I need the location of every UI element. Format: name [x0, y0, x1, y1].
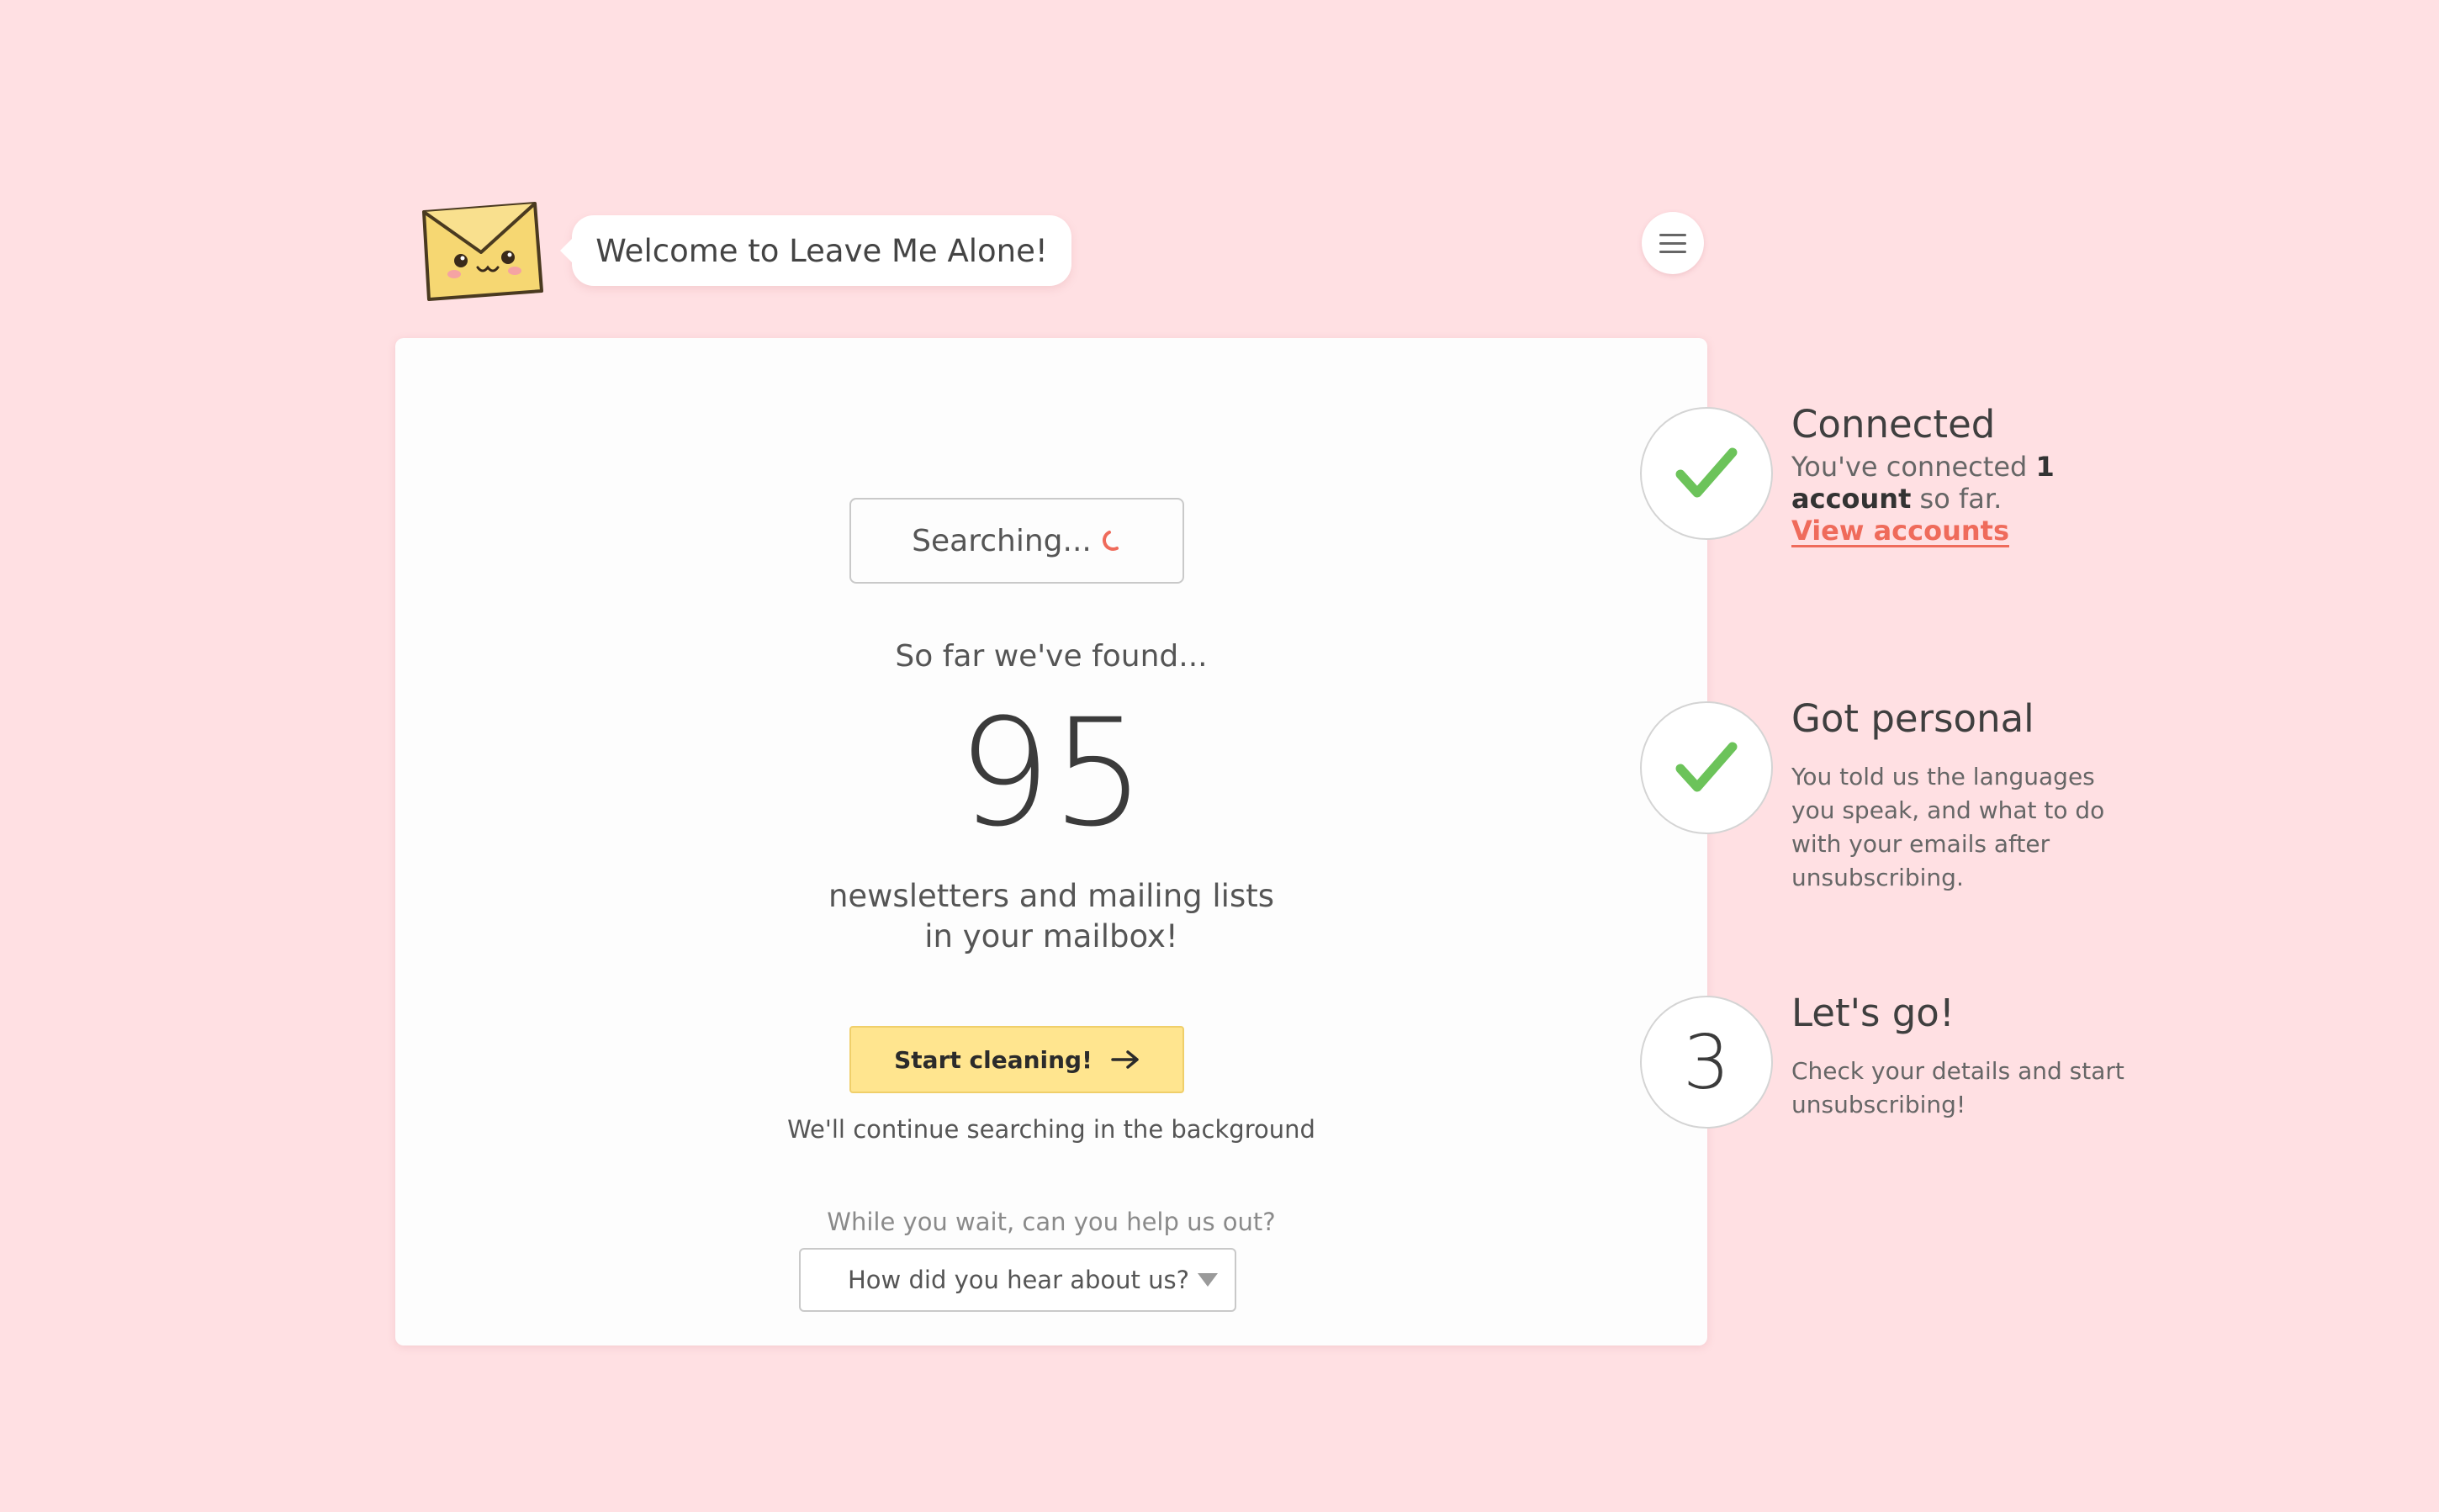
welcome-speech-bubble: Welcome to Leave Me Alone! [560, 215, 1071, 286]
hamburger-menu-icon [1659, 233, 1686, 236]
select-value: How did you hear about us? [848, 1266, 1189, 1294]
scan-card: Searching... So far we've found... 95 ne… [395, 338, 1707, 1345]
view-accounts-link[interactable]: View accounts [1791, 515, 2009, 547]
hear-about-us-select[interactable]: How did you hear about us? [799, 1248, 1236, 1312]
step-personal-circle [1640, 701, 1773, 834]
step-go-circle: 3 [1640, 996, 1773, 1129]
found-intro-text: So far we've found... [895, 639, 1208, 674]
newsletter-count: 95 [957, 687, 1145, 859]
step-connected-circle [1640, 407, 1773, 540]
step-personal-title: Got personal [1791, 696, 2034, 741]
checkmark-icon [1675, 447, 1738, 498]
step-personal-text: You told us the languages you speak, and… [1791, 763, 2105, 891]
step-go-title: Let's go! [1791, 991, 1955, 1035]
arrow-right-icon [1111, 1050, 1139, 1069]
start-cleaning-label: Start cleaning! [894, 1045, 1093, 1074]
start-cleaning-button[interactable]: Start cleaning! [849, 1026, 1184, 1093]
step-connected-title: Connected [1791, 402, 1996, 447]
envelope-mascot-icon [419, 198, 547, 303]
checkmark-icon [1675, 742, 1738, 792]
searching-status-box: Searching... [849, 498, 1184, 584]
step-connected-text: You've connected 1 account so far. View ac… [1791, 451, 2055, 547]
background-search-note: We'll continue searching in the backgrou… [787, 1115, 1315, 1144]
found-description-line: in your mailbox! [924, 918, 1178, 954]
menu-button[interactable] [1642, 212, 1704, 274]
survey-prompt: While you wait, can you help us out? [827, 1208, 1276, 1236]
searching-label: Searching... [912, 523, 1092, 558]
found-description: newsletters and mailing lists in your ma… [395, 876, 1707, 957]
welcome-text: Welcome to Leave Me Alone! [595, 232, 1048, 269]
step-go-text: Check your details and start unsubscribi… [1791, 1057, 2124, 1118]
found-description-line: newsletters and mailing lists [828, 878, 1275, 914]
chevron-down-icon [1198, 1273, 1218, 1287]
spinner-icon [1102, 531, 1119, 551]
step-number: 3 [1683, 1018, 1730, 1106]
